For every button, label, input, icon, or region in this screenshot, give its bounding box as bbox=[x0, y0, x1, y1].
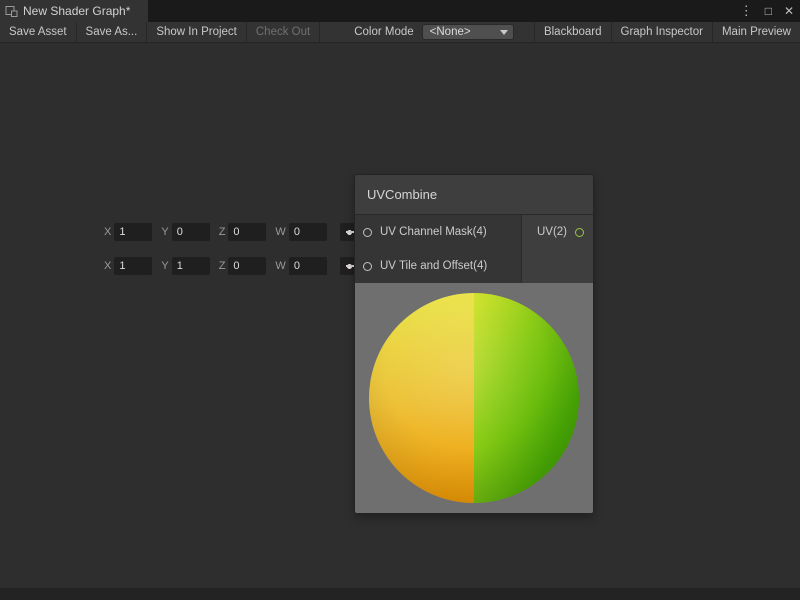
shader-graph-window: New Shader Graph* ⋮ □ ✕ Save Asset Save … bbox=[0, 0, 800, 600]
node-preview bbox=[355, 283, 593, 513]
x-value-field[interactable]: 1 bbox=[114, 223, 152, 241]
node-title: UVCombine bbox=[367, 187, 437, 202]
window-bottom-strip bbox=[0, 588, 800, 600]
shader-graph-icon bbox=[5, 5, 18, 18]
w-value-field[interactable]: 0 bbox=[289, 223, 327, 241]
dropdown-arrow-icon bbox=[500, 30, 508, 35]
tab-bar: New Shader Graph* ⋮ □ ✕ bbox=[0, 0, 800, 22]
tab-new-shader-graph[interactable]: New Shader Graph* bbox=[0, 0, 148, 22]
input-port-label: UV Channel Mask(4) bbox=[380, 226, 487, 238]
save-asset-button[interactable]: Save Asset bbox=[0, 22, 77, 42]
node-output-section: UV(2) bbox=[521, 215, 593, 283]
output-port-icon[interactable] bbox=[575, 228, 584, 237]
toolbar: Save Asset Save As... Show In Project Ch… bbox=[0, 22, 800, 43]
close-icon[interactable]: ✕ bbox=[784, 0, 794, 22]
y-value-field[interactable]: 0 bbox=[172, 223, 210, 241]
input-port-label: UV Tile and Offset(4) bbox=[380, 260, 487, 272]
blackboard-toggle-button[interactable]: Blackboard bbox=[534, 22, 611, 42]
node-uvcombine[interactable]: UVCombine UV(2) UV Channel Mask(4) UV Ti… bbox=[355, 175, 593, 513]
output-port-label: UV(2) bbox=[537, 226, 567, 238]
y-drag-label[interactable]: Y bbox=[161, 226, 168, 238]
y-drag-label[interactable]: Y bbox=[161, 260, 168, 272]
x-value-field[interactable]: 1 bbox=[114, 257, 152, 275]
z-value-field[interactable]: 0 bbox=[228, 223, 266, 241]
vector4-input-row-uv-tile-offset: X 1 Y 1 Z 0 W 0 bbox=[104, 257, 359, 275]
main-preview-toggle-button[interactable]: Main Preview bbox=[712, 22, 800, 42]
x-drag-label[interactable]: X bbox=[104, 260, 111, 272]
input-port-row-uv-tile-offset: UV Tile and Offset(4) bbox=[355, 249, 521, 283]
color-mode-dropdown[interactable]: <None> bbox=[422, 24, 514, 40]
node-body: UV(2) UV Channel Mask(4) UV Tile and Off… bbox=[355, 215, 593, 283]
show-in-project-button[interactable]: Show In Project bbox=[147, 22, 247, 42]
toolbar-spacer bbox=[514, 22, 534, 42]
check-out-button: Check Out bbox=[247, 22, 320, 42]
preview-sphere bbox=[369, 293, 579, 503]
w-drag-label[interactable]: W bbox=[275, 226, 285, 238]
input-port-icon[interactable] bbox=[363, 228, 372, 237]
color-mode-value: <None> bbox=[430, 26, 471, 38]
save-as-button[interactable]: Save As... bbox=[77, 22, 148, 42]
w-value-field[interactable]: 0 bbox=[289, 257, 327, 275]
output-port-row: UV(2) bbox=[522, 215, 593, 249]
color-mode-label: Color Mode bbox=[346, 22, 421, 42]
y-value-field[interactable]: 1 bbox=[172, 257, 210, 275]
window-controls: ⋮ □ ✕ bbox=[740, 0, 794, 22]
input-port-row-uv-channel-mask: UV Channel Mask(4) bbox=[355, 215, 521, 249]
input-port-icon[interactable] bbox=[363, 262, 372, 271]
z-drag-label[interactable]: Z bbox=[219, 260, 226, 272]
preview-sphere-shading bbox=[369, 293, 579, 503]
node-title-bar[interactable]: UVCombine bbox=[355, 175, 593, 215]
w-drag-label[interactable]: W bbox=[275, 260, 285, 272]
tab-title: New Shader Graph* bbox=[23, 4, 130, 18]
z-value-field[interactable]: 0 bbox=[228, 257, 266, 275]
vector4-input-row-uv-channel-mask: X 1 Y 0 Z 0 W 0 bbox=[104, 223, 359, 241]
kebab-menu-icon[interactable]: ⋮ bbox=[740, 0, 753, 22]
graph-inspector-toggle-button[interactable]: Graph Inspector bbox=[611, 22, 712, 42]
maximize-icon[interactable]: □ bbox=[765, 0, 772, 22]
x-drag-label[interactable]: X bbox=[104, 226, 111, 238]
z-drag-label[interactable]: Z bbox=[219, 226, 226, 238]
